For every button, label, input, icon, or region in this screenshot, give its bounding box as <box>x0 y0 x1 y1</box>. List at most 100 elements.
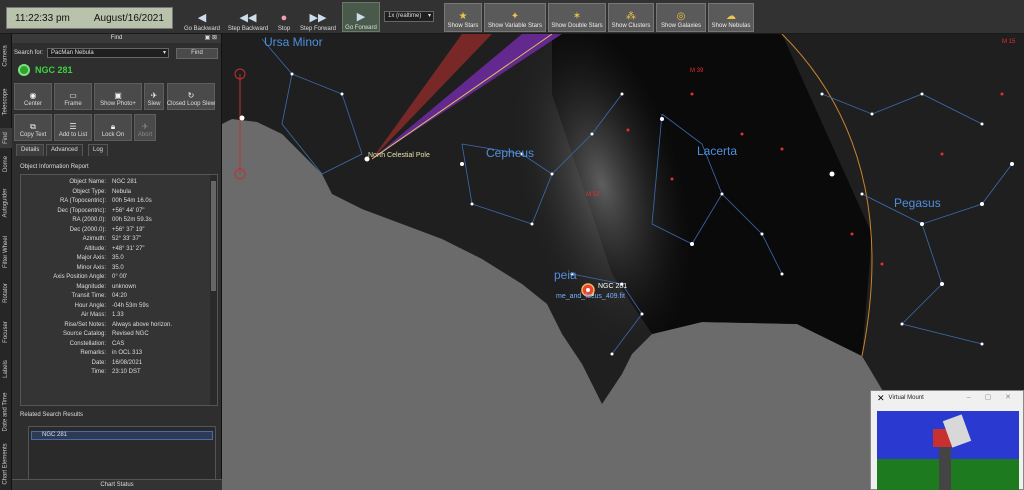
label-m39: M 39 <box>690 68 704 74</box>
object-name: NGC 281 <box>35 65 73 75</box>
info-row: Constellation: CAS <box>21 341 206 350</box>
virtual-mount-titlebar[interactable]: ✕ Virtual Mount – ▢ ✕ <box>871 391 1023 405</box>
info-value: 16/08/2021 <box>112 359 143 366</box>
info-value: 52° 33' 37" <box>112 236 142 242</box>
tab-dome[interactable]: Dome <box>0 152 12 176</box>
add-list-icon: ☰ <box>69 122 77 131</box>
step-forward-label: Step Forward <box>299 26 336 32</box>
info-row: Remarks: in OCL 313 <box>21 350 206 359</box>
tab-labels[interactable]: Labels <box>0 356 12 382</box>
tab-find[interactable]: Find <box>0 128 12 148</box>
info-key: Transit Time: <box>71 293 106 299</box>
go-backward-button[interactable]: ◀ Go Backward <box>182 2 222 32</box>
info-key: Source Catalog: <box>62 331 106 337</box>
label-cassiopeia: peia <box>554 268 577 282</box>
copy-text-button[interactable]: ⧉ Copy Text <box>14 114 52 141</box>
tab-label: Labels <box>3 360 9 378</box>
tab-telescope[interactable]: Telescope <box>0 80 12 124</box>
info-value: 04:20 <box>112 293 128 299</box>
show-clusters-label: Show Clusters <box>611 23 651 29</box>
step-backward-button[interactable]: ◀◀ Step Backward <box>226 2 270 32</box>
tab-autoguider[interactable]: Autoguider <box>0 180 12 226</box>
slew-button[interactable]: ✈ Slew <box>144 83 164 110</box>
info-value: Revised NGC <box>112 331 149 337</box>
speed-select[interactable]: 1x (realtime) ▾ <box>384 11 434 22</box>
find-panel-title: Find ▣ ⊠ <box>12 34 221 43</box>
search-input[interactable]: PacMan Nebula ▾ <box>47 48 169 58</box>
show-clusters-button[interactable]: ⁂ Show Clusters <box>608 3 654 32</box>
object-info-report: Object Name: NGC 281 Object Type: Nebula RA … <box>20 174 218 406</box>
tab-date-and-time[interactable]: Date and Time <box>0 386 12 438</box>
tab-advanced[interactable]: Advanced <box>46 144 83 156</box>
info-value: 0° 00' <box>112 274 128 280</box>
info-value: 00h 52m 59.3s <box>112 217 152 223</box>
go-forward-button[interactable]: ▶ Go Forward <box>342 2 380 32</box>
frame-button[interactable]: ▭ Frame <box>54 83 92 110</box>
nebula-icon: ☁ <box>726 11 736 22</box>
info-row: RA (Topocentric): 00h 54m 16.0s <box>21 198 206 207</box>
clusters-icon: ⁂ <box>626 11 636 22</box>
info-key: Altitude: <box>84 245 106 252</box>
tab-chart-elements[interactable]: Chart Elements <box>0 440 12 488</box>
info-value: unknown <box>112 283 137 290</box>
show-variable-stars-button[interactable]: ✦ Show Variable Stars <box>484 3 546 32</box>
lock-icon: 🔒︎ <box>110 122 116 131</box>
double-stars-icon: ✶ <box>572 11 582 22</box>
lock-on-button[interactable]: 🔒︎ Lock On <box>94 114 132 141</box>
info-row: Azimuth: 52° 33' 37" <box>21 236 206 245</box>
show-galaxies-button[interactable]: ◎ Show Galaxies <box>656 3 706 32</box>
info-key: Rise/Set Notes: <box>64 321 106 328</box>
info-row: Dec (2000.0): +56° 37' 19" <box>21 227 206 236</box>
info-row: Source Catalog: Revised NGC <box>21 331 206 340</box>
info-row: Dec (Topocentric): +56° 44' 07" <box>21 208 206 217</box>
info-value: in OCL 313 <box>112 350 143 356</box>
chart-status-bar[interactable]: Chart Status <box>12 479 222 490</box>
stop-button[interactable]: ● Stop <box>274 2 294 32</box>
list-item[interactable]: NGC 281 <box>31 431 213 440</box>
window-controls-icon[interactable]: – ▢ ✕ <box>967 393 1017 401</box>
abort-button[interactable]: ✈ Abort <box>134 114 156 141</box>
tab-focuser[interactable]: Focuser <box>0 312 12 352</box>
panel-controls-icon[interactable]: ▣ ⊠ <box>205 34 217 43</box>
find-title-label: Find <box>110 35 123 41</box>
info-scrollbar[interactable] <box>210 175 217 405</box>
tab-rotator[interactable]: Rotator <box>0 278 12 308</box>
show-double-stars-button[interactable]: ✶ Show Double Stars <box>548 3 606 32</box>
info-key: Constellation: <box>69 340 106 347</box>
scroll-thumb[interactable] <box>211 181 216 291</box>
abort-label: Abort <box>137 132 153 138</box>
show-nebulas-button[interactable]: ☁ Show Nebulas <box>708 3 754 32</box>
show-stars-button[interactable]: ★ Show Stars <box>444 3 482 32</box>
app-window: 11:22:33 pm August/16/2021 ◀ Go Backward… <box>0 0 1024 490</box>
step-forward-icon: ▶▶ <box>309 12 327 24</box>
tab-filter-wheel[interactable]: Filter Wheel <box>0 230 12 274</box>
object-status-icon <box>18 64 30 76</box>
tab-log[interactable]: Log <box>88 144 109 156</box>
info-row: Time: 23:10 DST <box>21 369 206 378</box>
go-forward-label: Go Forward <box>345 25 377 31</box>
abort-icon: ✈ <box>141 122 149 131</box>
frame-label: Frame <box>64 101 82 107</box>
info-value: CAS <box>112 340 125 347</box>
center-button[interactable]: ◉ Center <box>14 83 52 110</box>
show-photo-button[interactable]: ▣ Show Photo+ <box>94 83 142 110</box>
slew-label: Slew <box>147 101 161 107</box>
chevron-down-icon: ▾ <box>162 50 166 56</box>
info-key: Azimuth: <box>82 236 106 242</box>
find-button[interactable]: Find <box>176 48 218 59</box>
add-to-list-button[interactable]: ☰ Add to List <box>54 114 92 141</box>
tab-label: Rotator <box>3 283 9 303</box>
go-forward-icon: ▶ <box>356 11 366 23</box>
info-key: Air Mass: <box>80 312 106 318</box>
go-backward-icon: ◀ <box>197 12 207 24</box>
copy-text-label: Copy Text <box>19 132 47 138</box>
tab-details[interactable]: Details <box>16 144 45 156</box>
closed-loop-slew-button[interactable]: ↻ Closed Loop Slew <box>167 83 215 110</box>
tab-camera[interactable]: Camera <box>0 36 12 76</box>
tab-label: Telescope <box>3 88 9 116</box>
label-north-celestial-pole: North Celestial Pole <box>368 152 430 159</box>
info-header: Object Information Report <box>20 164 89 170</box>
lock-on-label: Lock On <box>101 132 125 138</box>
app-icon: ✕ <box>877 392 885 403</box>
step-forward-button[interactable]: ▶▶ Step Forward <box>298 2 338 32</box>
